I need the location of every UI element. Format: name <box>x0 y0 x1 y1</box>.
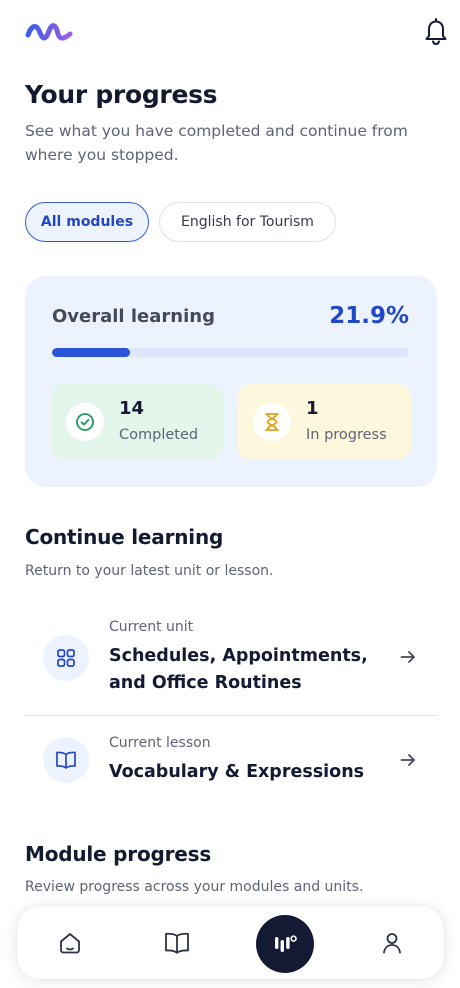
profile-icon[interactable] <box>378 929 406 957</box>
overall-learning-label: Overall learning <box>52 306 215 327</box>
current-unit-kicker: Current unit <box>109 619 194 635</box>
filter-chip-all-modules[interactable]: All modules <box>25 202 149 242</box>
arrow-right-icon <box>399 751 417 769</box>
overall-learning-card: Overall learning 21.9% 14 Completed 1 In… <box>25 276 437 487</box>
module-progress-subtitle: Review progress across your modules and … <box>25 879 364 895</box>
module-progress-title: Module progress <box>25 842 212 866</box>
filter-chip-english-for-tourism[interactable]: English for Tourism <box>159 202 336 242</box>
overall-progress-bar <box>52 348 409 357</box>
voice-assistant-icon[interactable] <box>256 915 314 973</box>
in-progress-label: In progress <box>306 427 387 443</box>
current-lesson-kicker: Current lesson <box>109 735 211 751</box>
check-circle-icon <box>66 403 104 441</box>
bell-icon[interactable] <box>422 16 450 46</box>
top-bar <box>0 0 460 64</box>
completed-label: Completed <box>119 427 199 443</box>
grid-icon <box>43 635 89 681</box>
home-icon[interactable] <box>56 929 84 957</box>
page-subtitle: See what you have completed and continue… <box>25 122 408 164</box>
book-open-icon <box>43 737 89 783</box>
hourglass-icon <box>253 403 291 441</box>
in-progress-count: 1 <box>306 398 319 419</box>
continue-learning-title: Continue learning <box>25 525 224 549</box>
wave-logo-icon[interactable] <box>24 20 74 44</box>
completed-stat-card[interactable]: 14 Completed <box>50 384 224 460</box>
page-title: Your progress <box>25 80 218 109</box>
current-lesson-title: Vocabulary & Expressions <box>109 762 365 782</box>
overall-learning-percent: 21.9% <box>329 303 409 329</box>
arrow-right-icon <box>399 648 417 666</box>
in-progress-stat-card[interactable]: 1 In progress <box>237 384 411 460</box>
current-lesson-row[interactable]: Current lesson Vocabulary & Expressions <box>25 716 437 806</box>
current-unit-title: Schedules, Appointments, and Office Rout… <box>109 646 368 693</box>
bottom-navigation <box>16 905 445 980</box>
completed-count: 14 <box>119 398 145 419</box>
current-unit-row[interactable]: Current unit Schedules, Appointments, an… <box>25 605 437 715</box>
book-icon[interactable] <box>163 929 191 957</box>
overall-progress-fill <box>52 348 131 357</box>
continue-learning-subtitle: Return to your latest unit or lesson. <box>25 563 274 579</box>
